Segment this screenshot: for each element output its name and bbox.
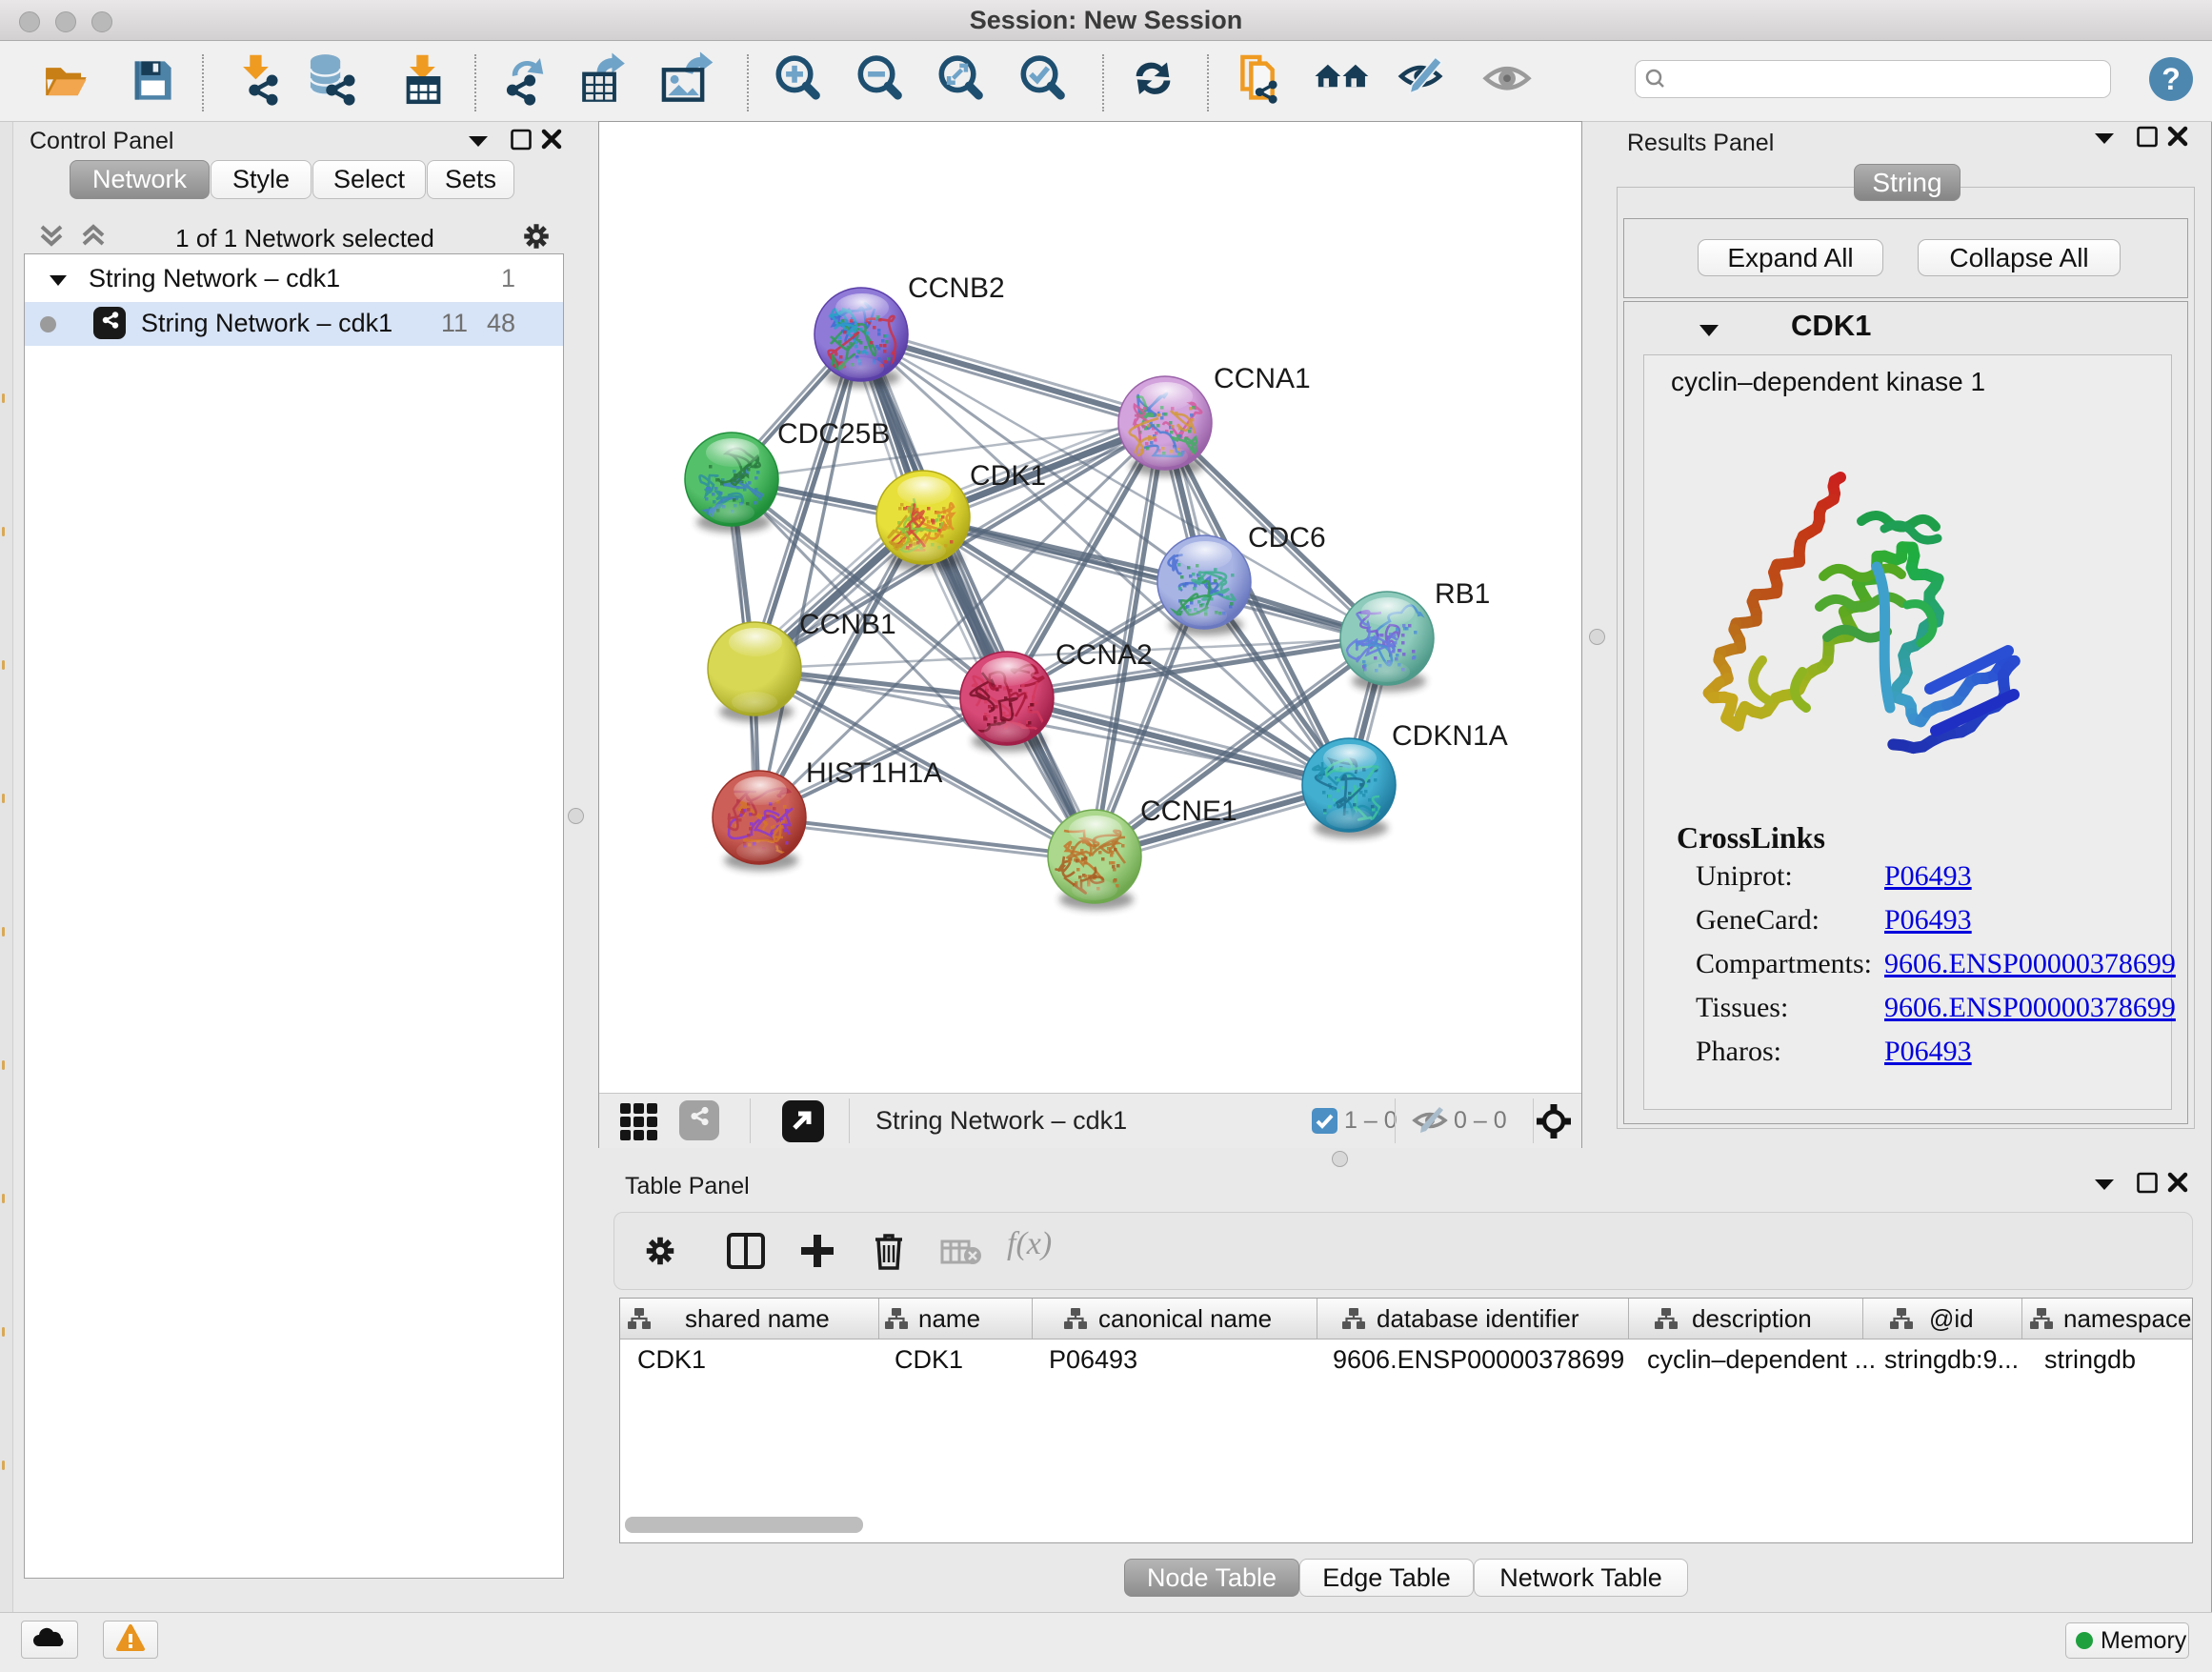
svg-text:CCNB1: CCNB1: [799, 609, 896, 640]
svg-text:RB1: RB1: [1435, 578, 1490, 610]
svg-text:CDK1: CDK1: [970, 460, 1046, 492]
svg-text:HIST1H1A: HIST1H1A: [806, 757, 942, 789]
svg-text:CCNA2: CCNA2: [1056, 639, 1153, 671]
svg-text:CDC6: CDC6: [1248, 522, 1326, 554]
svg-text:CCNA1: CCNA1: [1214, 363, 1311, 394]
svg-text:CCNB2: CCNB2: [908, 272, 1005, 304]
svg-text:CDC25B: CDC25B: [777, 418, 890, 450]
svg-text:CDKN1A: CDKN1A: [1392, 720, 1508, 752]
svg-text:CCNE1: CCNE1: [1140, 796, 1237, 827]
